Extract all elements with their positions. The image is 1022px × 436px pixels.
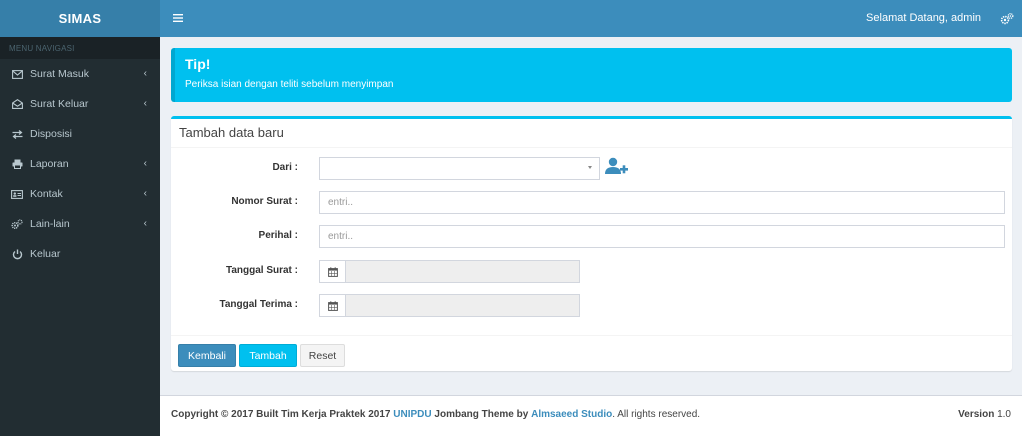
welcome-text[interactable]: Selamat Datang, admin: [866, 12, 981, 24]
sidebar-toggle-button[interactable]: [170, 10, 186, 26]
address-card-icon: [11, 188, 23, 200]
copyright-prefix: Copyright © 2017 Built Tim Kerja Praktek…: [171, 409, 391, 420]
callout-title: Tip!: [185, 56, 211, 72]
sidebar-item-surat-keluar[interactable]: Surat Keluar ‹: [0, 89, 160, 119]
sidebar-item-kontak[interactable]: Kontak ‹: [0, 179, 160, 209]
tanggal-surat-field: [319, 260, 580, 283]
almsaeed-studio-link[interactable]: Almsaeed Studio: [531, 409, 612, 420]
copyright-text: Copyright © 2017 Built Tim Kerja Praktek…: [171, 409, 700, 420]
chevron-left-icon: ‹: [143, 188, 147, 199]
main-content: Tip! Periksa isian dengan teliti sebelum…: [160, 37, 1022, 395]
sidebar-item-label: Keluar: [30, 248, 61, 260]
gears-icon[interactable]: [1000, 12, 1014, 26]
dari-label: Dari :: [272, 162, 298, 173]
cogs-icon: [11, 218, 23, 230]
page-footer: Copyright © 2017 Built Tim Kerja Praktek…: [160, 395, 1022, 436]
sidebar-item-label: Disposisi: [30, 128, 73, 140]
tanggal-terima-input[interactable]: [346, 294, 580, 317]
print-icon: [11, 158, 23, 170]
tanggal-surat-input[interactable]: [346, 260, 580, 283]
version-info: Version 1.0: [958, 409, 1011, 420]
add-user-icon[interactable]: [605, 157, 629, 177]
calendar-icon[interactable]: [319, 260, 346, 283]
envelope-icon: [11, 68, 23, 80]
kembali-button[interactable]: Kembali: [178, 344, 236, 367]
unipdu-link[interactable]: UNIPDU: [393, 409, 431, 420]
exchange-icon: [11, 128, 23, 140]
sidebar-item-lain-lain[interactable]: Lain-lain ‹: [0, 209, 160, 239]
sidebar-item-label: Kontak: [30, 188, 63, 200]
version-value: 1.0: [997, 409, 1011, 420]
chevron-left-icon: ‹: [143, 68, 147, 79]
tambah-button[interactable]: Tambah: [239, 344, 297, 367]
power-off-icon: [11, 248, 23, 260]
sidebar-item-surat-masuk[interactable]: Surat Masuk ‹: [0, 59, 160, 89]
sidebar-item-laporan[interactable]: Laporan ‹: [0, 149, 160, 179]
tanggal-terima-label: Tanggal Terima :: [219, 299, 298, 310]
tip-callout: Tip! Periksa isian dengan teliti sebelum…: [171, 48, 1012, 102]
dari-select[interactable]: [319, 157, 600, 180]
sidebar-item-label: Surat Masuk: [30, 68, 89, 80]
sidebar-item-label: Lain-lain: [30, 218, 70, 230]
form-box: Tambah data baru Dari : Nomor Surat : Pe…: [171, 116, 1012, 371]
envelope-open-icon: [11, 98, 23, 110]
jombang-text: Jombang Theme by: [434, 409, 529, 420]
chevron-left-icon: ‹: [143, 98, 147, 109]
caret-down-icon: [588, 166, 592, 169]
sidebar-item-label: Laporan: [30, 158, 69, 170]
tanggal-terima-field: [319, 294, 580, 317]
nomor-surat-input[interactable]: [319, 191, 1005, 214]
sidebar-header: MENU NAVIGASI: [0, 37, 160, 59]
reset-button[interactable]: Reset: [300, 344, 345, 367]
version-label: Version: [958, 409, 995, 420]
callout-body: Periksa isian dengan teliti sebelum meny…: [185, 79, 394, 90]
chevron-left-icon: ‹: [143, 158, 147, 169]
sidebar-item-label: Surat Keluar: [30, 98, 89, 110]
tanggal-surat-label: Tanggal Surat :: [225, 265, 298, 276]
hamburger-icon: [173, 14, 183, 22]
chevron-left-icon: ‹: [143, 218, 147, 229]
sidebar: MENU NAVIGASI Surat Masuk ‹ Surat Keluar…: [0, 37, 160, 436]
sidebar-item-disposisi[interactable]: Disposisi: [0, 119, 160, 149]
app-logo[interactable]: SIMAS: [0, 0, 160, 37]
app-logo-text: SIMAS: [58, 11, 102, 26]
sidebar-item-keluar[interactable]: Keluar: [0, 239, 160, 269]
top-navbar: Selamat Datang, admin: [160, 0, 1022, 37]
form-footer: Kembali Tambah Reset: [171, 335, 1012, 371]
form-title: Tambah data baru: [171, 119, 1012, 148]
rights-text: . All rights reserved.: [612, 409, 701, 420]
perihal-input[interactable]: [319, 225, 1005, 248]
nomor-surat-label: Nomor Surat :: [231, 196, 298, 207]
perihal-label: Perihal :: [258, 230, 298, 241]
calendar-icon[interactable]: [319, 294, 346, 317]
